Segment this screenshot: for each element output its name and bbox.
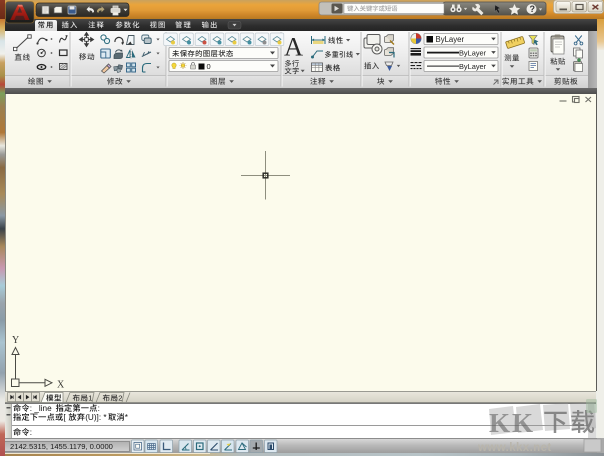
svg-text:KK: KK <box>489 408 535 438</box>
svg-text:(U)]: *: (U)]: * <box>85 413 107 422</box>
svg-text:ByLayer: ByLayer <box>459 62 487 71</box>
svg-text::: : <box>98 404 100 413</box>
svg-text:*: * <box>125 413 129 422</box>
svg-text:ByLayer: ByLayer <box>459 48 487 57</box>
svg-text:: _line: : _line <box>30 404 52 413</box>
svg-text:A: A <box>284 32 303 62</box>
svg-text:2: 2 <box>118 394 122 403</box>
svg-text:?: ? <box>530 4 536 14</box>
svg-text:Y: Y <box>12 335 19 346</box>
svg-text:2142.5315, 1455.1179, 0.0000: 2142.5315, 1455.1179, 0.0000 <box>10 442 113 451</box>
svg-text:ByLayer: ByLayer <box>436 35 465 44</box>
svg-text:1: 1 <box>88 394 92 403</box>
svg-text::: : <box>30 428 32 437</box>
svg-text:www.kkx.net: www.kkx.net <box>477 442 552 454</box>
svg-text:0: 0 <box>207 62 211 71</box>
svg-text:[: [ <box>63 413 66 422</box>
svg-text:X: X <box>57 380 65 391</box>
